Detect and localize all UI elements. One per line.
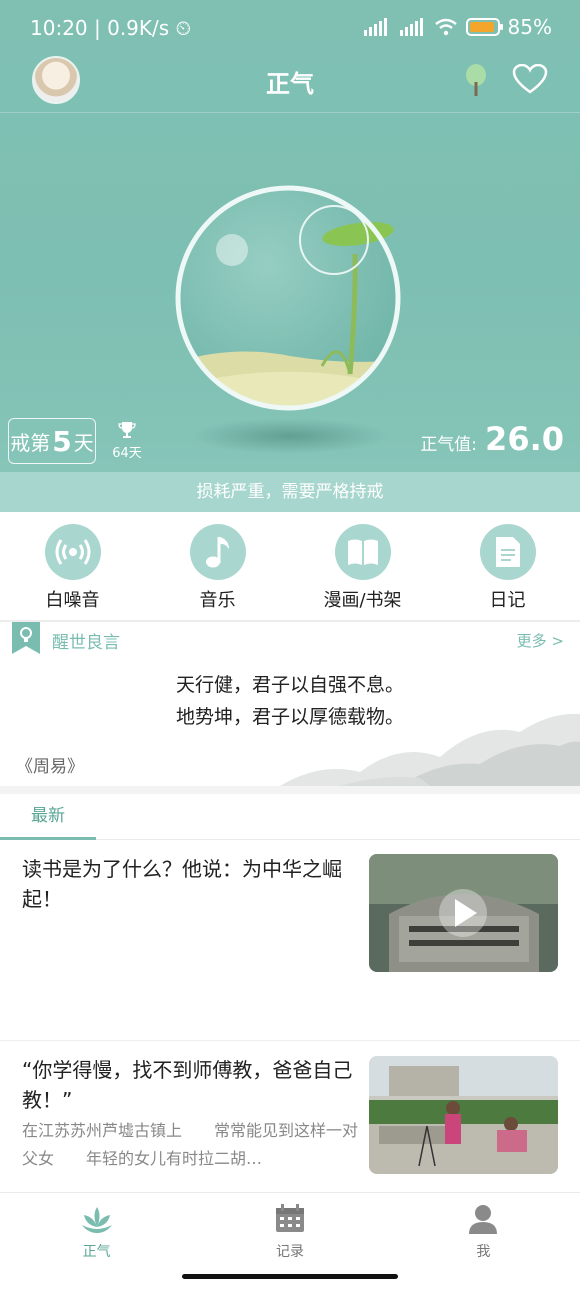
nav-zhengqi[interactable]: 正气 <box>0 1193 193 1289</box>
status-icons: 85% <box>362 15 552 39</box>
app-header: 正气 <box>0 56 580 112</box>
news-tabs: 最新 <box>0 794 580 840</box>
quote-source: 《周易》 <box>16 757 84 777</box>
status-bar: 10:20 | 0.9K/s ⏲ 85% <box>0 0 580 56</box>
radio-waves-icon <box>55 539 90 565</box>
quote-section-title: 醒世良言 <box>52 633 120 653</box>
more-link[interactable]: 更多 > <box>517 630 564 651</box>
tree-icon[interactable] <box>464 64 488 96</box>
person-icon <box>469 1205 498 1234</box>
tool-books[interactable]: 漫画/书架 <box>290 512 435 620</box>
sprout-bubble[interactable] <box>170 184 406 420</box>
article-description: 在江苏苏州芦墟古镇上 常常能见到这样一对父女 年轻的女儿有时拉二胡… <box>22 1121 359 1168</box>
page-title: 正气 <box>266 70 314 98</box>
home-indicator[interactable] <box>182 1274 398 1279</box>
nav-me[interactable]: 我 <box>387 1193 580 1289</box>
quote-card[interactable]: 醒世良言 更多 > 天行健，君子以自强不息。 地势坤，君子以厚德载物。 《周易》 <box>0 622 580 786</box>
wifi-icon <box>434 18 457 36</box>
signal-icon-2 <box>399 18 423 36</box>
article-thumbnail[interactable] <box>369 854 558 972</box>
record-days[interactable]: 64天 <box>110 420 144 461</box>
energy-readout: 正气值: 26.0 <box>420 420 564 458</box>
music-note-icon <box>205 537 229 568</box>
warning-banner: 损耗严重，需要严格持戒 <box>0 472 580 512</box>
trophy-icon <box>118 422 136 438</box>
article-title: 读书是为了什么？他说：为中华之崛起！ <box>22 857 342 911</box>
article-title: “你学得慢，找不到师傅教，爸爸自己教！” <box>22 1058 353 1112</box>
section-divider <box>0 786 580 794</box>
status-time: 10:20 | 0.9K/s ⏲ <box>30 16 192 40</box>
article-thumbnail[interactable] <box>369 1056 558 1174</box>
quote-line-2: 地势坤，君子以厚德载物。 <box>175 706 404 728</box>
calendar-icon <box>275 1204 304 1232</box>
heart-icon[interactable] <box>512 64 548 94</box>
signal-icon <box>363 18 387 36</box>
tab-latest[interactable]: 最新 <box>0 794 96 840</box>
bookmark-icon <box>12 622 40 654</box>
header-divider <box>0 112 580 113</box>
abstain-days: 戒第 5 天 <box>8 418 96 464</box>
tool-music[interactable]: 音乐 <box>145 512 290 620</box>
list-item[interactable]: “你学得慢，找不到师傅教，爸爸自己教！” 在江苏苏州芦墟古镇上 常常能见到这样一… <box>0 1041 580 1191</box>
lotus-icon <box>81 1207 112 1233</box>
tool-white-noise[interactable]: 白噪音 <box>0 512 145 620</box>
battery-icon <box>465 18 503 36</box>
document-icon <box>495 537 520 567</box>
battery-level: 85% <box>507 15 552 39</box>
tool-diary[interactable]: 日记 <box>435 512 580 620</box>
bubble-shadow <box>190 418 390 454</box>
book-icon <box>347 539 378 565</box>
tool-row: 白噪音 音乐 漫画/书架 日记 <box>0 512 580 620</box>
list-item[interactable]: 读书是为了什么？他说：为中华之崛起！ <box>0 840 580 1040</box>
quote-line-1: 天行健，君子以自强不息。 <box>175 674 404 696</box>
